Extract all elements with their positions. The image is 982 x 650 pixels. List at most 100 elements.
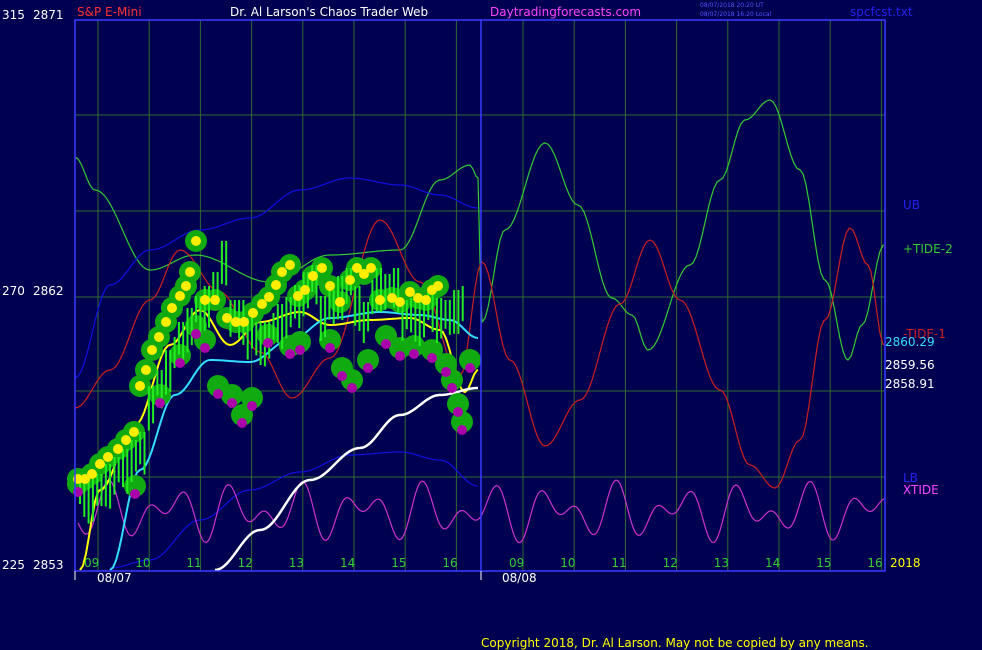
day2-hour-label: 16	[867, 556, 883, 570]
swing-high-marker	[300, 285, 310, 295]
swing-high-marker	[308, 271, 318, 281]
swing-high-marker	[433, 281, 443, 291]
instrument-title: S&P E-Mini	[77, 5, 142, 19]
day2-hour-label: 14	[765, 556, 781, 570]
website-link[interactable]: Daytradingforecasts.com	[490, 5, 641, 19]
year-label: 2018	[890, 556, 921, 570]
swing-high-marker	[113, 444, 123, 454]
swing-high-marker	[167, 303, 177, 313]
swing-high-marker	[366, 263, 376, 273]
date-day2: 08/08	[502, 571, 537, 585]
osc-top: 315	[2, 8, 25, 22]
day1-hour-label: 10	[135, 556, 151, 570]
swing-high-marker	[181, 281, 191, 291]
price-bottom: 2853	[33, 558, 64, 572]
swing-low-marker	[295, 345, 305, 355]
day1-hour-label: 11	[186, 556, 202, 570]
swing-low-marker	[409, 349, 419, 359]
swing-low-marker	[347, 383, 357, 393]
copyright: Copyright 2018, Dr. Al Larson. May not b…	[481, 636, 869, 650]
swing-low-marker	[130, 489, 140, 499]
swing-low-marker	[213, 389, 223, 399]
swing-low-marker	[441, 367, 451, 377]
chart-canvas	[67, 19, 886, 580]
day1-hour-label: 15	[391, 556, 407, 570]
swing-low-marker	[325, 343, 335, 353]
swing-high-marker	[161, 317, 171, 327]
swing-high-marker	[121, 435, 131, 445]
date-day1: 08/07	[97, 571, 132, 585]
price-value-3: 2858.91	[885, 377, 935, 391]
swing-high-marker	[285, 260, 295, 270]
swing-high-marker	[200, 295, 210, 305]
swing-low-marker	[247, 401, 257, 411]
osc-bottom: 225	[2, 558, 25, 572]
price-top: 2871	[33, 8, 64, 22]
time-utc: 08/07/2018 20:20 UT	[700, 2, 764, 9]
price-value-2: 2859.56	[885, 358, 935, 372]
swing-high-marker	[264, 292, 274, 302]
swing-high-marker	[345, 275, 355, 285]
swing-low-marker	[263, 338, 273, 348]
swing-low-marker	[237, 418, 247, 428]
price-bars-layer	[67, 230, 481, 524]
swing-low-marker	[465, 363, 475, 373]
author-title: Dr. Al Larson's Chaos Trader Web	[230, 5, 429, 19]
swing-low-marker	[337, 371, 347, 381]
swing-high-marker	[103, 452, 113, 462]
swing-high-marker	[222, 313, 232, 323]
day2-hour-label: 15	[816, 556, 832, 570]
swing-high-marker	[395, 297, 405, 307]
day1-hour-label: 09	[84, 556, 100, 570]
swing-low-marker	[395, 351, 405, 361]
ub-label: UB	[903, 198, 921, 212]
swing-low-marker	[191, 329, 201, 339]
swing-high-marker	[129, 427, 139, 437]
slow-average	[214, 386, 479, 572]
swing-high-marker	[325, 281, 335, 291]
day2-hour-label: 10	[560, 556, 576, 570]
swing-high-marker	[375, 295, 385, 305]
swing-high-marker	[154, 332, 164, 342]
day1-hour-label: 13	[288, 556, 305, 570]
swing-high-marker	[135, 381, 145, 391]
xtide-label: XTIDE	[903, 483, 939, 497]
swing-high-marker	[87, 469, 97, 479]
day1-hour-label: 12	[237, 556, 253, 570]
swing-low-marker	[457, 425, 467, 435]
swing-high-marker	[95, 459, 105, 469]
swing-high-marker	[271, 280, 281, 290]
swing-low-marker	[200, 343, 210, 353]
swing-low-marker	[363, 363, 373, 373]
swing-low-marker	[453, 407, 463, 417]
day2-hour-label: 11	[611, 556, 627, 570]
day1-hour-label: 16	[442, 556, 458, 570]
swing-high-marker	[277, 267, 287, 277]
swing-high-marker	[175, 291, 185, 301]
swing-low-marker	[227, 398, 237, 408]
swing-low-marker	[175, 358, 185, 368]
swing-high-marker	[191, 236, 201, 246]
lower-band	[109, 451, 479, 569]
swing-low-marker	[381, 339, 391, 349]
price-value-1: 2860.29	[885, 335, 935, 349]
swing-high-marker	[141, 365, 151, 375]
price-mid: 2862	[33, 284, 64, 298]
swing-high-marker	[248, 308, 258, 318]
filename: spcfcst.txt	[850, 5, 913, 19]
swing-low-marker	[155, 398, 165, 408]
swing-high-marker	[405, 287, 415, 297]
swing-high-marker	[147, 345, 157, 355]
swing-low-marker	[285, 349, 295, 359]
day2-hour-label: 13	[713, 556, 730, 570]
time-local: 08/07/2018 16:20 Local	[700, 11, 772, 18]
day1-hour-label: 14	[340, 556, 356, 570]
swing-high-marker	[239, 317, 249, 327]
day2-hour-label: 09	[509, 556, 525, 570]
swing-high-marker	[185, 267, 195, 277]
day2-hour-label: 12	[662, 556, 678, 570]
swing-high-marker	[210, 295, 220, 305]
swing-high-marker	[335, 297, 345, 307]
swing-low-marker	[447, 383, 457, 393]
tide2-label: +TIDE-2	[903, 242, 953, 256]
